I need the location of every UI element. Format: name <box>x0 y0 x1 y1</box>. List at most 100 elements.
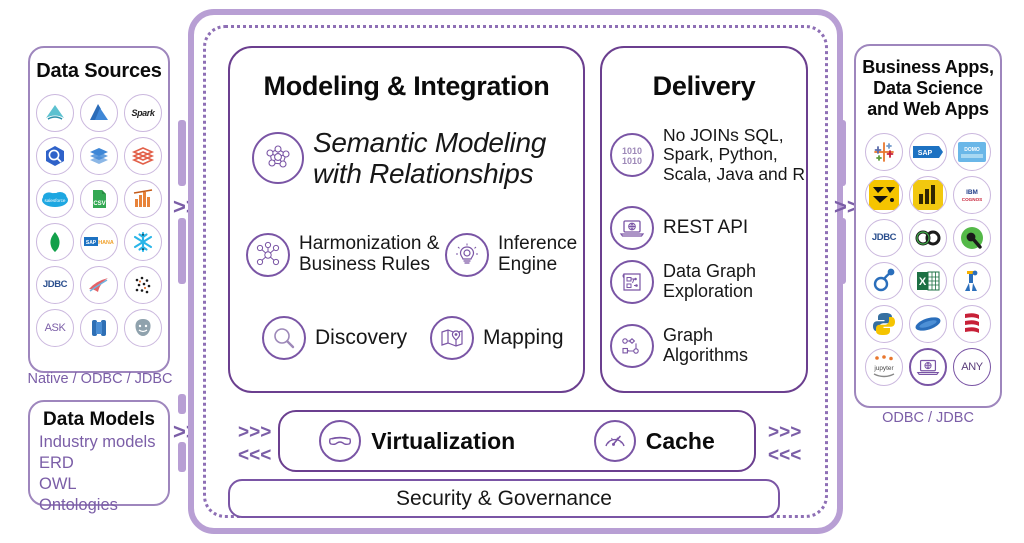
data-models-panel: Data Models Industry models ERD OWL Onto… <box>28 400 170 514</box>
data-sources-connector-label: Native / ODBC / JDBC <box>27 371 173 387</box>
oracle-icon[interactable] <box>80 308 118 347</box>
svg-text:CSV: CSV <box>93 201 105 207</box>
python-icon[interactable] <box>865 304 903 343</box>
security-governance-bar: Security & Governance <box>228 479 780 518</box>
discovery-label: Discovery <box>315 326 408 350</box>
google-bigquery-icon[interactable] <box>36 136 74 175</box>
modeling-integration-panel: Modeling & Integration Semantic Modeling <box>228 46 585 393</box>
csv-file-icon[interactable]: CSV <box>80 179 118 218</box>
microsoft-excel-icon[interactable]: X <box>909 261 947 300</box>
jdbc-icon[interactable]: JDBC <box>865 218 903 257</box>
looker-icon[interactable] <box>909 218 947 257</box>
alteryx-icon[interactable] <box>953 261 991 300</box>
qlik-icon[interactable] <box>953 218 991 257</box>
mapping-feature[interactable]: Mapping <box>430 316 564 360</box>
business-apps-connector-label: ODBC / JDBC <box>882 410 974 426</box>
data-sources-panel: Data Sources Spark salesforce CSV SAP HA… <box>28 46 170 373</box>
svg-text:jupyter: jupyter <box>873 365 894 372</box>
data-sources-title: Data Sources <box>36 60 162 82</box>
security-governance-label: Security & Governance <box>396 486 612 510</box>
virtualization-label: Virtualization <box>371 427 516 454</box>
domo-icon[interactable]: DOMO <box>953 132 991 171</box>
vc-left-arrow-out: <<< <box>238 445 272 467</box>
svg-text:COGNOS: COGNOS <box>962 197 982 202</box>
inference-engine-feature[interactable]: Inference Engine <box>445 233 577 277</box>
apache-zeppelin-icon[interactable] <box>909 304 947 343</box>
amazon-redshift-icon[interactable] <box>124 179 162 218</box>
semantic-modeling-feature[interactable]: Semantic Modeling with Relationships <box>252 127 583 190</box>
no-joins-sql-feature[interactable]: 1010 1010 No JOINs SQL, Spark, Python, S… <box>610 125 805 184</box>
svg-text:IBM: IBM <box>966 189 978 196</box>
harmonization-network-icon <box>246 233 290 277</box>
binary-code-icon: 1010 1010 <box>610 132 654 177</box>
left-connector-strip-top <box>178 120 186 186</box>
cache-speedometer-icon <box>593 420 636 462</box>
jdbc-icon[interactable]: JDBC <box>36 265 74 304</box>
data-models-line-1: Industry models <box>39 433 156 451</box>
right-connector-strip-bottom <box>838 218 846 284</box>
harmonization-feature[interactable]: Harmonization & Business Rules <box>246 233 439 277</box>
rest-api-feature[interactable]: REST API <box>610 206 748 250</box>
no-joins-sql-label: No JOINs SQL, Spark, Python, Scala, Java… <box>663 125 805 184</box>
harmonization-label: Harmonization & Business Rules <box>299 233 439 276</box>
vc-right-arrows: >>> <<< <box>768 423 802 467</box>
apache-spark-icon[interactable]: Spark <box>124 93 162 132</box>
virtualization-goggles-icon <box>319 420 362 462</box>
vc-right-arrow-out: <<< <box>768 445 802 467</box>
inference-line-2: Engine <box>498 254 558 275</box>
databricks-delta-icon[interactable] <box>80 136 118 175</box>
discovery-magnifier-icon <box>262 316 306 360</box>
ibm-cognos-icon[interactable]: IBM COGNOS <box>953 175 991 214</box>
virtualization-cache-bar: Virtualization Cache <box>278 410 756 472</box>
teradata-icon[interactable] <box>124 265 162 304</box>
scala-icon[interactable] <box>953 304 991 343</box>
left-connector-strip-bottom <box>178 218 186 284</box>
left-models-strip-top <box>178 394 186 414</box>
data-sources-icon-grid: Spark salesforce CSV SAP HANA JDBC ASK <box>30 93 168 347</box>
svg-text:HANA: HANA <box>98 240 114 246</box>
power-bi-icon[interactable] <box>909 175 947 214</box>
mapping-label: Mapping <box>483 326 564 350</box>
business-apps-title-line-1: Business Apps, <box>862 57 994 77</box>
svg-text:salesforce: salesforce <box>45 198 66 203</box>
delivery-panel: Delivery 1010 1010 No JOINs SQL, Spark, … <box>600 46 808 393</box>
ask-icon[interactable]: ASK <box>36 308 74 347</box>
rest-api-label: REST API <box>663 216 749 238</box>
discovery-feature[interactable]: Discovery <box>262 316 407 360</box>
tableau-icon[interactable] <box>865 132 903 171</box>
delivery-title: Delivery <box>652 71 756 101</box>
mongodb-icon[interactable] <box>36 222 74 261</box>
svg-text:DOMO: DOMO <box>964 147 980 153</box>
cache-item[interactable]: Cache <box>593 420 715 462</box>
architecture-diagram: Data Sources Spark salesforce CSV SAP HA… <box>0 0 1024 543</box>
graph-algorithms-label: Graph Algorithms <box>663 325 749 366</box>
cache-label: Cache <box>645 427 715 454</box>
salesforce-icon[interactable]: salesforce <box>36 179 74 218</box>
snowflake-icon[interactable] <box>124 222 162 261</box>
vc-left-arrows: >>> <<< <box>238 423 272 467</box>
r-project-icon[interactable] <box>865 261 903 300</box>
jupyter-icon[interactable]: jupyter <box>865 347 903 386</box>
graph-algorithms-line-2: Algorithms <box>663 345 749 365</box>
left-models-strip-bottom <box>178 442 186 472</box>
microstrategy-icon[interactable] <box>865 175 903 214</box>
svg-text:1010: 1010 <box>622 146 642 156</box>
any-icon[interactable]: ANY <box>953 347 991 386</box>
sap-hana-icon[interactable]: SAP HANA <box>80 222 118 261</box>
data-graph-exploration-feature[interactable]: Data Graph Exploration <box>610 260 756 304</box>
postgresql-icon[interactable] <box>124 308 162 347</box>
data-graph-line-2: Exploration <box>663 281 754 301</box>
aws-athena-icon[interactable] <box>36 93 74 132</box>
apache-cassandra-icon[interactable] <box>80 265 118 304</box>
harmonization-line-2: Business Rules <box>299 254 430 275</box>
inference-line-1: Inference <box>498 233 578 255</box>
sap-icon[interactable]: SAP <box>909 132 947 171</box>
inference-engine-label: Inference Engine <box>498 233 578 276</box>
modeling-integration-title: Modeling & Integration <box>263 71 550 101</box>
virtualization-item[interactable]: Virtualization <box>319 420 515 462</box>
graph-algorithms-feature[interactable]: Graph Algorithms <box>610 324 748 368</box>
rest-api-laptop-icon[interactable] <box>909 347 947 386</box>
no-joins-line-1: No JOINs SQL, <box>663 125 784 145</box>
azure-icon[interactable] <box>80 93 118 132</box>
databricks-icon[interactable] <box>124 136 162 175</box>
